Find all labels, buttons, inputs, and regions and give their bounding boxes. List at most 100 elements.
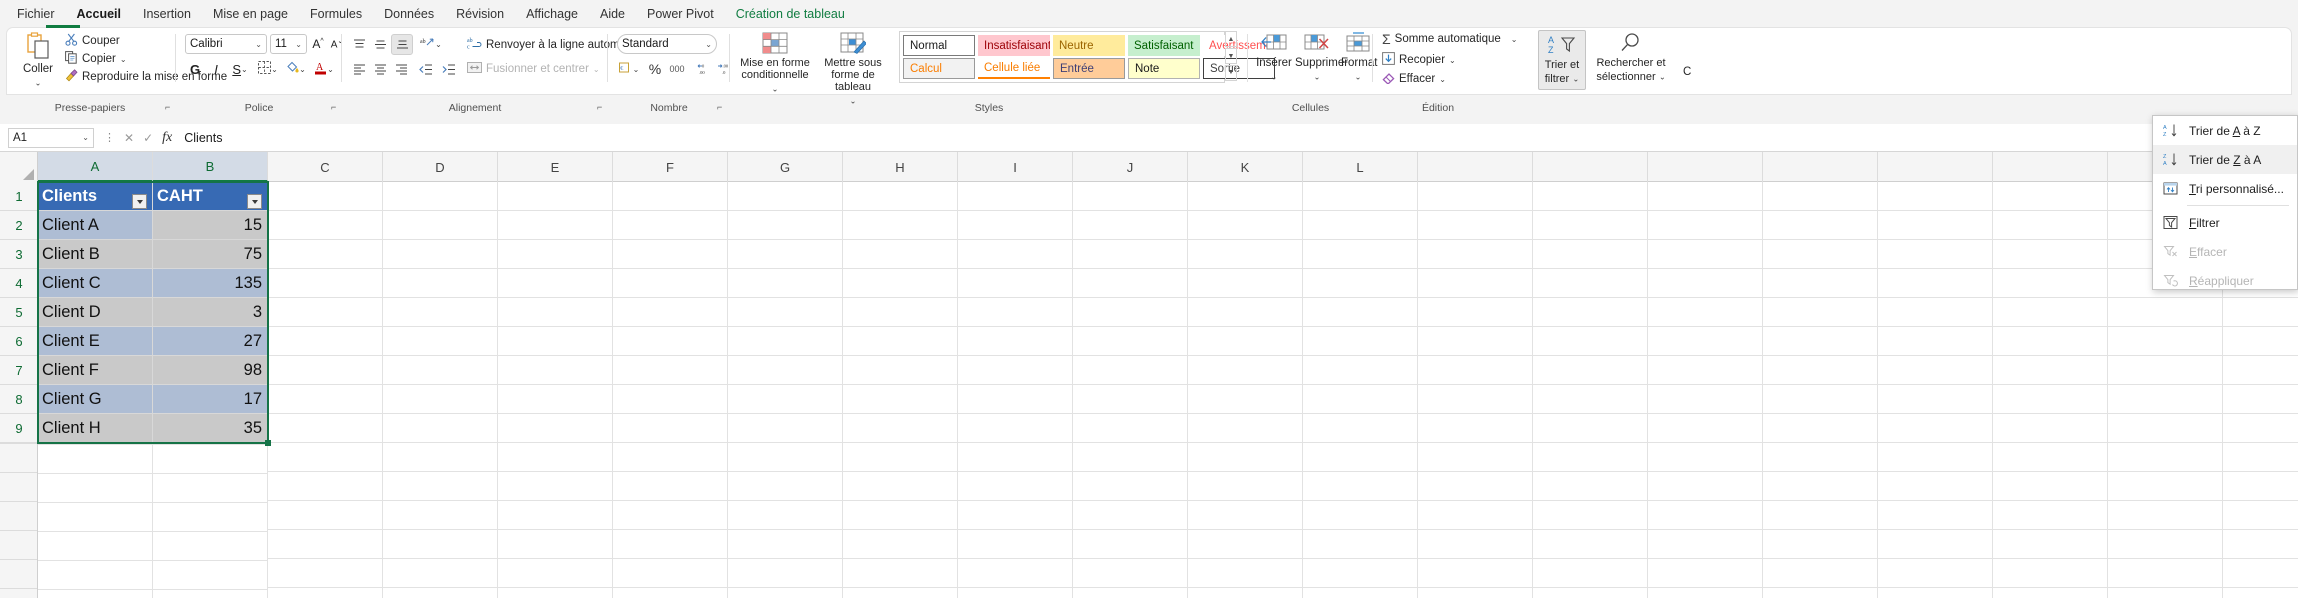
insert-cells-chevron-down-icon[interactable]: ⌄: [1271, 72, 1278, 81]
italic-button[interactable]: I: [206, 59, 226, 79]
align-bottom-button[interactable]: [391, 34, 413, 55]
cell-A6[interactable]: Client E: [38, 327, 153, 356]
paste-button[interactable]: Coller ⌄: [15, 32, 61, 89]
row-header-5[interactable]: 5: [0, 298, 38, 327]
insert-function-icon[interactable]: fx: [162, 130, 172, 146]
increase-decimal-button[interactable]: 0 .00: [692, 59, 712, 79]
column-header-N[interactable]: [1533, 152, 1648, 182]
tab-affichage[interactable]: Affichage: [515, 3, 589, 25]
cut-button[interactable]: Couper: [65, 33, 120, 49]
insert-cells-button[interactable]: Insérer ⌄: [1255, 32, 1293, 83]
autosum-chevron-down-icon[interactable]: ⌄: [1511, 35, 1518, 44]
row-header-1[interactable]: 1: [0, 182, 38, 211]
confirm-entry-icon[interactable]: ✓: [143, 131, 153, 145]
tab-formules[interactable]: Formules: [299, 3, 373, 25]
font-name-combobox[interactable]: Calibri ⌄: [185, 34, 267, 54]
font-color-chevron-down-icon[interactable]: ⌄: [327, 65, 334, 74]
sort-filter-button[interactable]: A Z Trier et filtrer ⌄: [1538, 30, 1586, 90]
cell-styles-gallery[interactable]: Normal Insatisfaisant Neutre Satisfaisan…: [899, 31, 1283, 83]
cell-B7[interactable]: 98: [153, 356, 268, 385]
cell-A7[interactable]: Client F: [38, 356, 153, 385]
row-header-9[interactable]: 9: [0, 414, 38, 443]
font-size-chevron-down-icon[interactable]: ⌄: [295, 40, 302, 49]
filter-dropdown-A1[interactable]: [132, 194, 147, 209]
name-box-chevron-down-icon[interactable]: ⌄: [82, 133, 89, 142]
align-right-button[interactable]: [391, 59, 411, 79]
tab-power-pivot[interactable]: Power Pivot: [636, 3, 725, 25]
style-satisfaisant[interactable]: Satisfaisant: [1128, 35, 1200, 56]
cell-A2[interactable]: Client A: [38, 211, 153, 240]
cancel-entry-icon[interactable]: ✕: [124, 131, 134, 145]
style-neutre[interactable]: Neutre: [1053, 35, 1125, 56]
row-header-6[interactable]: 6: [0, 327, 38, 356]
row-header-3[interactable]: 3: [0, 240, 38, 269]
tab-fichier[interactable]: Fichier: [6, 3, 66, 25]
borders-button[interactable]: ⌄: [255, 59, 281, 79]
delete-cells-chevron-down-icon[interactable]: ⌄: [1314, 72, 1321, 81]
autosum-button[interactable]: Σ Somme automatique ⌄: [1382, 32, 1518, 46]
conditional-formatting-chevron-down-icon[interactable]: ⌄: [772, 84, 779, 93]
copy-chevron-down-icon[interactable]: ⌄: [120, 55, 127, 64]
merge-center-chevron-down-icon[interactable]: ⌄: [593, 65, 600, 74]
fill-chevron-down-icon[interactable]: ⌄: [1449, 56, 1456, 65]
cell-B9[interactable]: 35: [153, 414, 268, 443]
font-dialog-launcher[interactable]: ⌐: [331, 102, 336, 112]
number-dialog-launcher[interactable]: ⌐: [717, 102, 722, 112]
filter-dropdown-B1[interactable]: [247, 194, 262, 209]
tab-creation-de-tableau[interactable]: Création de tableau: [725, 3, 856, 25]
column-header-D[interactable]: D: [383, 152, 498, 182]
formula-input[interactable]: Clients: [184, 131, 2298, 145]
font-size-combobox[interactable]: 11 ⌄: [270, 34, 307, 54]
row-header-8[interactable]: 8: [0, 385, 38, 414]
clipboard-dialog-launcher[interactable]: ⌐: [165, 102, 170, 112]
delete-cells-button[interactable]: Supprimer ⌄: [1295, 32, 1348, 83]
row-header-2[interactable]: 2: [0, 211, 38, 240]
column-header-L[interactable]: L: [1303, 152, 1418, 182]
cell-A9[interactable]: Client H: [38, 414, 153, 443]
style-note[interactable]: Note: [1128, 58, 1200, 79]
empty-cells-region[interactable]: [268, 182, 2298, 598]
number-format-chevron-down-icon[interactable]: ⌄: [705, 40, 712, 49]
font-name-chevron-down-icon[interactable]: ⌄: [255, 40, 262, 49]
find-select-chevron-down-icon[interactable]: ⌄: [1659, 72, 1666, 81]
fill-color-chevron-down-icon[interactable]: ⌄: [299, 65, 306, 74]
column-header-Q[interactable]: [1878, 152, 1993, 182]
selection-resize-handle[interactable]: [265, 440, 271, 446]
percent-style-button[interactable]: %: [645, 59, 665, 79]
menu-item-filtrer[interactable]: Filtrer: [2153, 208, 2297, 237]
row-header-7[interactable]: 7: [0, 356, 38, 385]
sort-filter-chevron-down-icon[interactable]: ⌄: [1573, 74, 1580, 83]
column-header-F[interactable]: F: [613, 152, 728, 182]
find-select-button[interactable]: Rechercher et sélectionner ⌄: [1590, 32, 1672, 83]
bold-button[interactable]: G: [185, 59, 205, 79]
column-header-H[interactable]: H: [843, 152, 958, 182]
accounting-chevron-down-icon[interactable]: ⌄: [633, 65, 640, 74]
style-insatisfaisant[interactable]: Insatisfaisant: [978, 35, 1050, 56]
cell-B4[interactable]: 135: [153, 269, 268, 298]
format-cells-chevron-down-icon[interactable]: ⌄: [1355, 72, 1362, 81]
menu-item-trier-a-z[interactable]: A Z Trier de A à Z: [2153, 116, 2297, 145]
paste-chevron-down-icon[interactable]: ⌄: [35, 78, 42, 87]
menu-item-tri-personnalise[interactable]: Tri personnalisé...: [2153, 174, 2297, 203]
clear-chevron-down-icon[interactable]: ⌄: [1439, 75, 1446, 84]
style-cellule-liee[interactable]: Cellule liée: [978, 58, 1050, 79]
underline-chevron-down-icon[interactable]: ⌄: [241, 65, 248, 74]
column-header-K[interactable]: K: [1188, 152, 1303, 182]
increase-indent-button[interactable]: [438, 59, 460, 79]
underline-button[interactable]: S ⌄: [227, 59, 253, 79]
cell-A4[interactable]: Client C: [38, 269, 153, 298]
align-center-button[interactable]: [370, 59, 390, 79]
orientation-chevron-down-icon[interactable]: ⌄: [435, 40, 442, 49]
align-top-button[interactable]: [349, 34, 369, 54]
column-header-J[interactable]: J: [1073, 152, 1188, 182]
cell-B2[interactable]: 15: [153, 211, 268, 240]
fill-color-button[interactable]: ⌄: [283, 59, 309, 79]
empty-cells-below[interactable]: [38, 444, 268, 598]
format-as-table-button[interactable]: Mettre sous forme de tableau ⌄: [813, 32, 893, 107]
tab-mise-en-page[interactable]: Mise en page: [202, 3, 299, 25]
cell-B5[interactable]: 3: [153, 298, 268, 327]
conditional-formatting-button[interactable]: Mise en forme conditionnelle ⌄: [739, 32, 811, 95]
column-header-B[interactable]: B: [153, 152, 268, 182]
thousands-separator-button[interactable]: 000: [665, 59, 689, 79]
styles-gallery-scroll-up[interactable]: ▲: [1225, 31, 1237, 47]
